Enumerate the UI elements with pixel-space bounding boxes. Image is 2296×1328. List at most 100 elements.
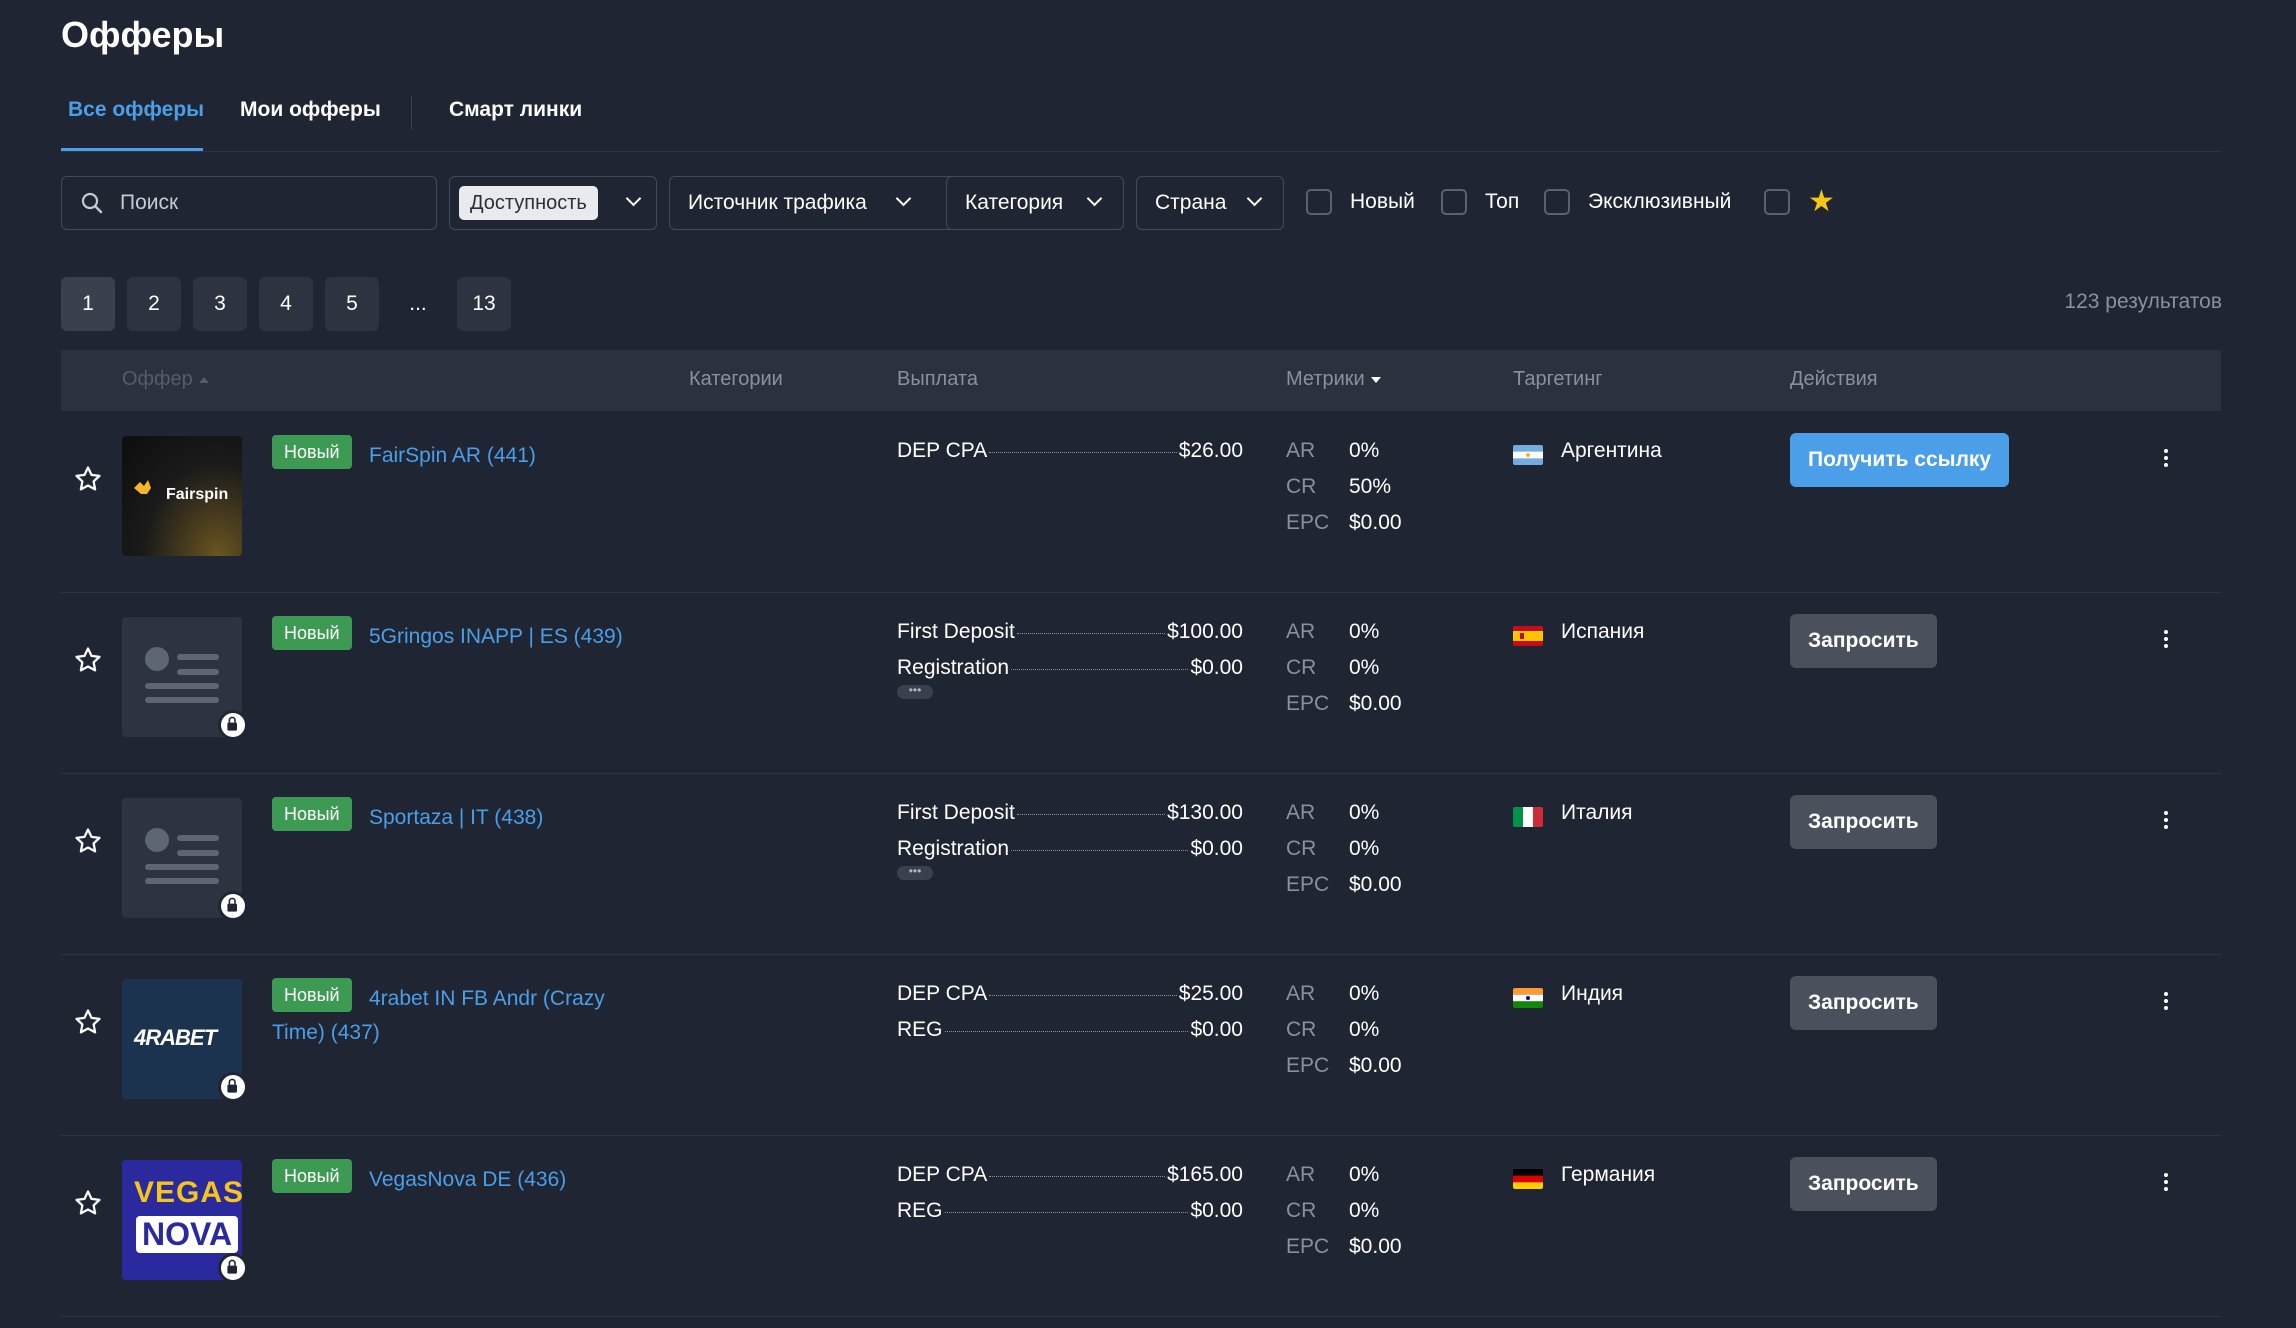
payout-line: First Deposit $130.00 [897, 801, 1243, 825]
metric-cr-label: CR [1286, 837, 1317, 860]
payout-amount: $0.00 [1190, 1018, 1243, 1041]
payout-amount: $0.00 [1190, 837, 1243, 860]
traffic-source-dropdown[interactable]: Источник трафика [669, 176, 975, 230]
request-button[interactable]: Запросить [1790, 795, 1937, 849]
offer-title-link[interactable]: FairSpin AR (441) [272, 439, 672, 473]
filter-exclusive[interactable]: Эксклюзивный [1544, 187, 1731, 217]
table-row: VEGAS NOVA Новый VegasNova DE (436) DEP … [61, 1136, 2221, 1317]
table-row: Fairspin Новый FairSpin AR (441) DEP CPA… [61, 412, 2221, 593]
lock-icon [218, 710, 248, 740]
chevron-down-icon [625, 190, 642, 207]
country-dropdown[interactable]: Страна [1136, 176, 1284, 230]
metric-epc-label: EPC [1286, 873, 1330, 896]
offer-title-link[interactable]: VegasNova DE (436) [272, 1163, 672, 1197]
favorites-checkbox[interactable] [1764, 189, 1790, 215]
more-payouts-button[interactable]: ••• [897, 684, 933, 699]
category-dropdown[interactable]: Категория [946, 176, 1124, 230]
payout-amount: $165.00 [1167, 1163, 1243, 1186]
germany-flag-icon [1513, 1169, 1543, 1189]
sort-up-icon [198, 376, 209, 383]
star-outline-icon[interactable] [73, 645, 103, 675]
metric-ar-label: AR [1286, 1163, 1316, 1186]
payout-amount: $100.00 [1167, 620, 1243, 643]
star-icon: ★ [1808, 185, 1835, 218]
search-input[interactable]: Поиск [61, 176, 437, 230]
metric-cr-value: 0% [1349, 656, 1380, 679]
metric-ar-label: AR [1286, 620, 1316, 643]
offer-title-text-line2: Time) (437) [272, 1021, 380, 1044]
exclusive-checkbox[interactable] [1544, 189, 1570, 215]
star-outline-icon[interactable] [73, 1188, 103, 1218]
payout-amount: $26.00 [1178, 439, 1243, 462]
lock-icon [218, 891, 248, 921]
country-name: Индия [1561, 982, 1624, 1005]
tab-my-offers[interactable]: Мои офферы [240, 98, 381, 122]
new-checkbox[interactable] [1306, 189, 1332, 215]
page-button-2[interactable]: 2 [127, 277, 181, 331]
get-link-button[interactable]: Получить ссылку [1790, 433, 2010, 487]
request-button[interactable]: Запросить [1790, 976, 1937, 1030]
vegasnova-logo-text-bottom: NOVA [136, 1216, 239, 1253]
offer-title-link[interactable]: 5Gringos INAPP | ES (439) [272, 620, 672, 654]
active-tab-indicator [61, 148, 203, 151]
offer-title-link[interactable]: Sportaza | IT (438) [272, 801, 672, 835]
star-outline-icon[interactable] [73, 826, 103, 856]
payout-name: REG [897, 1199, 943, 1222]
filter-new[interactable]: Новый [1306, 187, 1415, 217]
payout-amount: $25.00 [1178, 982, 1243, 1005]
country-name: Италия [1561, 801, 1633, 824]
metric-epc-label: EPC [1286, 511, 1330, 534]
tab-all-offers[interactable]: Все офферы [68, 98, 204, 122]
country-name: Аргентина [1561, 439, 1662, 462]
page-button-1[interactable]: 1 [61, 277, 115, 331]
lock-icon [218, 1253, 248, 1283]
metric-cr-label: CR [1286, 656, 1317, 679]
table-row: 4RABET Новый 4rabet IN FB Andr (Crazy Tim… [61, 955, 2221, 1136]
column-metrics[interactable]: Метрики [1286, 368, 1381, 391]
more-options-icon[interactable] [2156, 446, 2176, 476]
metric-epc-value: $0.00 [1349, 1235, 1402, 1258]
request-button[interactable]: Запросить [1790, 614, 1937, 668]
payout-name: First Deposit [897, 801, 1015, 824]
page-button-5[interactable]: 5 [325, 277, 379, 331]
payout-line: DEP CPA $165.00 [897, 1163, 1243, 1187]
metric-ar-label: AR [1286, 982, 1316, 1005]
more-payouts-button[interactable]: ••• [897, 865, 933, 880]
more-options-icon[interactable] [2156, 627, 2176, 657]
metric-cr-label: CR [1286, 475, 1317, 498]
page-button-3[interactable]: 3 [193, 277, 247, 331]
argentina-flag-icon [1513, 445, 1543, 465]
column-actions: Действия [1790, 368, 1878, 390]
filter-favorites[interactable]: ★ [1764, 187, 1835, 217]
top-checkbox[interactable] [1441, 189, 1467, 215]
column-payout: Выплата [897, 368, 978, 390]
payout-name: DEP CPA [897, 1163, 988, 1186]
page-button-4[interactable]: 4 [259, 277, 313, 331]
more-options-icon[interactable] [2156, 808, 2176, 838]
metric-cr-value: 0% [1349, 1199, 1380, 1222]
page-button-last[interactable]: 13 [457, 277, 511, 331]
chevron-down-icon [895, 190, 912, 207]
request-button[interactable]: Запросить [1790, 1157, 1937, 1211]
offer-title-text: 4rabet IN FB Andr (Crazy [369, 987, 605, 1010]
column-offer[interactable]: Оффер [122, 368, 209, 391]
more-options-icon[interactable] [2156, 1170, 2176, 1200]
page-title: Офферы [61, 14, 225, 55]
payout-line: DEP CPA $25.00 [897, 982, 1243, 1006]
availability-dropdown[interactable]: Доступность [449, 176, 657, 230]
country-name: Испания [1561, 620, 1645, 643]
payout-name: DEP CPA [897, 982, 988, 1005]
offer-title-text: Sportaza | IT (438) [369, 806, 544, 829]
tab-smart-links[interactable]: Смарт линки [449, 98, 582, 122]
metric-cr-label: CR [1286, 1018, 1317, 1041]
metric-epc-label: EPC [1286, 1054, 1330, 1077]
tabs-bar: Все офферы Мои офферы Смарт линки [61, 88, 2221, 152]
metric-ar-value: 0% [1349, 439, 1380, 462]
filter-top[interactable]: Топ [1441, 187, 1519, 217]
more-options-icon[interactable] [2156, 989, 2176, 1019]
new-checkbox-label: Новый [1350, 190, 1415, 213]
star-outline-icon[interactable] [73, 464, 103, 494]
offer-title-link[interactable]: 4rabet IN FB Andr (Crazy Time) (437) [272, 982, 672, 1050]
fairspin-logo-text: Fairspin [166, 486, 229, 503]
star-outline-icon[interactable] [73, 1007, 103, 1037]
